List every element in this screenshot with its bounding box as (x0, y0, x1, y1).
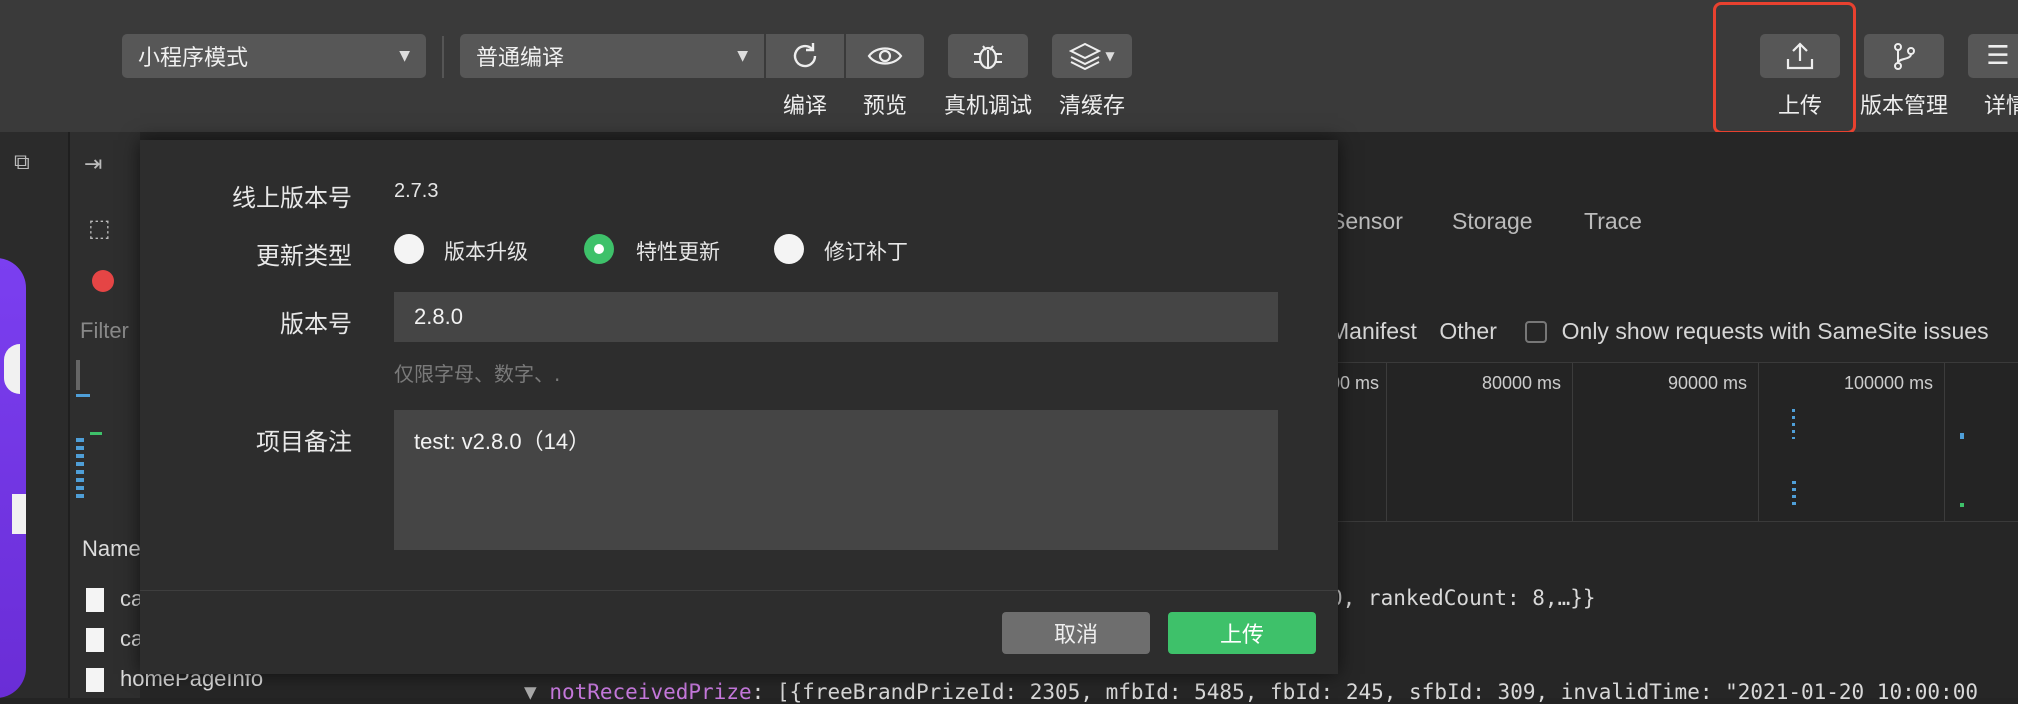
radio-feature-update-label: 特性更新 (636, 240, 720, 264)
radio-major-upgrade[interactable] (394, 234, 424, 264)
file-icon (86, 628, 104, 652)
grid-line (1386, 363, 1387, 521)
window-icon[interactable]: ⧉ (14, 150, 30, 175)
timeline-tick: 90000 ms (1668, 373, 1748, 393)
waterfall-bar (90, 432, 102, 435)
mode-select[interactable]: 小程序模式 ▼ (122, 34, 426, 78)
file-icon (86, 588, 104, 612)
compile-select-value: 普通编译 (476, 46, 565, 71)
waterfall-bars (76, 438, 84, 498)
update-type-label: 更新类型 (256, 242, 352, 270)
preview-label: 预览 (862, 94, 907, 119)
file-icon (86, 668, 104, 692)
version-label: 版本号 (280, 310, 352, 338)
upload-confirm-button[interactable]: 上传 (1168, 612, 1316, 654)
compile-button[interactable] (766, 34, 844, 78)
version-hint: 仅限字母、数字、. (394, 362, 561, 386)
remark-label: 项目备注 (256, 428, 352, 456)
remark-textarea[interactable]: test: v2.8.0（14） (394, 410, 1278, 550)
json-key: notReceivedPrize (549, 680, 752, 704)
simulator-phone (0, 258, 26, 698)
waterfall-bar (76, 394, 90, 397)
timeline-tick: 100000 ms (1844, 373, 1934, 393)
filter-input[interactable]: Filter (80, 318, 129, 344)
remote-debug-button[interactable] (948, 34, 1028, 78)
inspect-icon[interactable]: ⬚ (88, 214, 111, 242)
overview-marker (76, 360, 80, 390)
clear-cache-label: 清缓存 (1058, 94, 1125, 119)
radio-patch-label: 修订补丁 (824, 240, 908, 264)
remote-debug-label: 真机调试 (943, 94, 1032, 119)
waterfall-bars (1792, 481, 1796, 509)
clear-cache-button[interactable]: ▼ (1052, 34, 1132, 78)
timeline-tick: 80000 ms (1482, 373, 1562, 393)
compile-label: 编译 (782, 94, 827, 119)
expand-triangle-icon[interactable]: ▼ (524, 680, 537, 704)
grid-line (1944, 363, 1945, 521)
radio-feature-update[interactable] (584, 234, 614, 264)
radio-patch[interactable] (774, 234, 804, 264)
upload-highlight-box (1713, 2, 1856, 134)
bug-icon (974, 45, 1002, 70)
waterfall-bar (1960, 433, 1964, 439)
upload-dialog: 线上版本号 2.7.3 更新类型 版本升级 特性更新 修订补丁 版本号 2.8.… (140, 140, 1338, 674)
tab-trace[interactable]: Trace (1584, 208, 1642, 235)
response-preview-line: ▼ notReceivedPrize: [{freeBrandPrizeId: … (524, 680, 1978, 704)
cancel-button[interactable]: 取消 (1002, 612, 1150, 654)
phone-tag (12, 494, 26, 534)
refresh-icon (793, 43, 817, 68)
filter-other[interactable]: Other (1439, 318, 1497, 344)
eye-icon (867, 47, 903, 65)
online-version-value: 2.7.3 (394, 180, 439, 202)
chevron-down-icon: ▼ (399, 48, 410, 64)
waterfall-bars (1792, 409, 1795, 439)
tab-storage[interactable]: Storage (1452, 208, 1533, 235)
details-button[interactable]: ☰ (1968, 34, 2018, 78)
online-version-label: 线上版本号 (232, 184, 352, 212)
response-preview-line: 0, rankedCount: 8,…}} (1330, 586, 1596, 610)
compile-select[interactable]: 普通编译 ▼ (460, 34, 764, 78)
filter-manifest[interactable]: Manifest (1330, 318, 1417, 344)
toolbar-divider (442, 36, 444, 78)
chevron-down-icon: ▼ (737, 48, 748, 64)
json-value: : [{freeBrandPrizeId: 2305, mfbId: 5485,… (751, 680, 1978, 704)
version-mgmt-label: 版本管理 (1859, 94, 1948, 119)
phone-button (4, 344, 20, 394)
waterfall-bar (1960, 503, 1964, 507)
preview-button[interactable] (846, 34, 924, 78)
chevron-down-icon: ▼ (1105, 49, 1115, 63)
samesite-checkbox[interactable] (1525, 321, 1548, 343)
version-mgmt-button[interactable] (1864, 34, 1944, 78)
grid-line (1572, 363, 1573, 521)
dock-icon[interactable]: ⇥ (84, 152, 102, 177)
menu-icon: ☰ (1986, 41, 2010, 71)
layers-icon (1069, 42, 1102, 70)
record-icon[interactable] (92, 270, 114, 292)
mode-select-value: 小程序模式 (138, 46, 249, 71)
dialog-divider (140, 590, 1338, 591)
name-column-header[interactable]: Name (82, 536, 141, 562)
network-timeline: 70000 ms 80000 ms 90000 ms 100000 ms (1300, 362, 2018, 522)
radio-major-upgrade-label: 版本升级 (444, 240, 528, 264)
version-input[interactable]: 2.8.0 (394, 292, 1278, 342)
details-label: 详情 (1984, 94, 2018, 119)
tab-sensor[interactable]: Sensor (1330, 208, 1403, 235)
filter-type-row: Manifest Other Only show requests with S… (1330, 318, 1989, 345)
samesite-label: Only show requests with SameSite issues (1561, 318, 1989, 344)
grid-line (1758, 363, 1759, 521)
branch-icon (1894, 43, 1915, 70)
devtools-side-column: ⇥ ⬚ Filter Name ca ca homePageInfo (70, 132, 263, 698)
